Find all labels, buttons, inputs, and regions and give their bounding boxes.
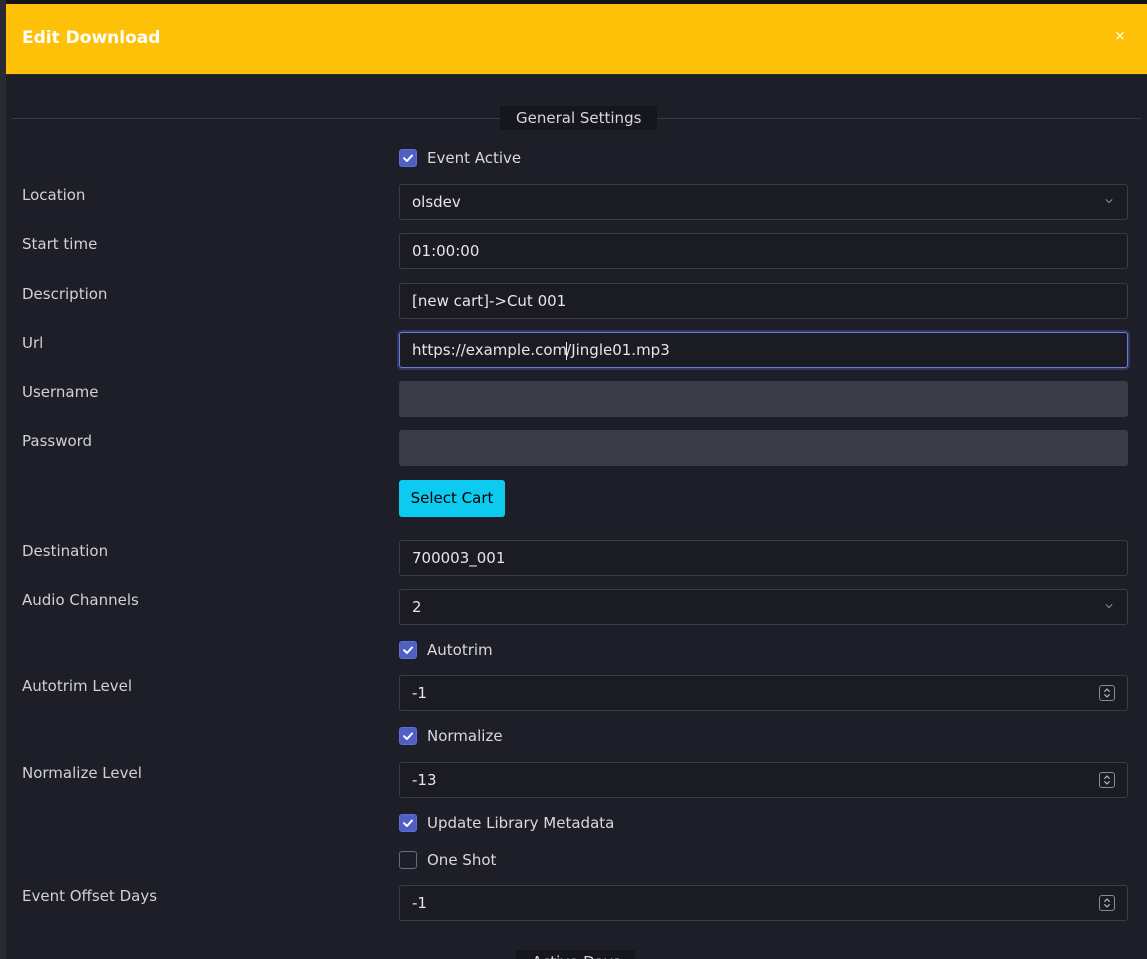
password-label: Password: [22, 432, 93, 450]
description-label: Description: [22, 285, 108, 303]
check-icon: [403, 154, 413, 162]
select-cart-button[interactable]: Select Cart: [399, 480, 505, 517]
normalize-level-label: Normalize Level: [22, 764, 142, 782]
location-select[interactable]: olsdev: [399, 184, 1128, 220]
event-active-label: Event Active: [427, 149, 522, 167]
section-legend-active-days: Active Days: [516, 950, 635, 959]
url-input[interactable]: https://example.com/Jingle01.mp3: [399, 332, 1128, 368]
normalize-label: Normalize: [427, 727, 503, 745]
event-offset-days-value: -1: [412, 894, 427, 912]
one-shot-checkbox[interactable]: [399, 851, 417, 869]
spinner-arrows-icon[interactable]: [1099, 685, 1115, 701]
autotrim-checkbox[interactable]: [399, 641, 417, 659]
chevron-down-icon: [1105, 199, 1113, 204]
audio-channels-label: Audio Channels: [22, 591, 139, 609]
destination-label: Destination: [22, 542, 109, 560]
start-time-input[interactable]: 01:00:00: [399, 233, 1128, 269]
check-icon: [403, 646, 413, 654]
url-label: Url: [22, 334, 44, 352]
normalize-level-input[interactable]: -13: [399, 762, 1128, 798]
description-value: [new cart]->Cut 001: [412, 292, 567, 310]
password-input[interactable]: [399, 430, 1128, 466]
update-metadata-checkbox[interactable]: [399, 814, 417, 832]
autotrim-level-input[interactable]: -1: [399, 675, 1128, 711]
spinner-arrows-icon[interactable]: [1099, 772, 1115, 788]
audio-channels-value: 2: [412, 598, 422, 616]
modal-header: Edit Download ×: [6, 4, 1147, 75]
section-legend-general: General Settings: [500, 106, 658, 130]
autotrim-label: Autotrim: [427, 641, 493, 659]
edit-download-modal: Edit Download × General Settings Event A…: [6, 4, 1147, 959]
destination-value: 700003_001: [412, 549, 506, 567]
autotrim-level-value: -1: [412, 684, 427, 702]
event-active-checkbox[interactable]: [399, 149, 417, 167]
location-label: Location: [22, 186, 86, 204]
description-input[interactable]: [new cart]->Cut 001: [399, 283, 1128, 319]
modal-title: Edit Download: [22, 28, 161, 48]
location-value: olsdev: [412, 193, 461, 211]
url-value-start: https://example.com: [412, 341, 568, 359]
autotrim-level-label: Autotrim Level: [22, 677, 133, 695]
normalize-checkbox[interactable]: [399, 727, 417, 745]
username-label: Username: [22, 383, 99, 401]
check-icon: [403, 819, 413, 827]
one-shot-label: One Shot: [427, 851, 497, 869]
start-time-label: Start time: [22, 235, 98, 253]
username-input[interactable]: [399, 381, 1128, 417]
chevron-down-icon: [1105, 604, 1113, 609]
update-metadata-label: Update Library Metadata: [427, 814, 615, 832]
audio-channels-select[interactable]: 2: [399, 589, 1128, 625]
destination-input[interactable]: 700003_001: [399, 540, 1128, 576]
url-value-end: /Jingle01.mp3: [566, 341, 670, 359]
close-icon[interactable]: ×: [1113, 30, 1127, 44]
spinner-arrows-icon[interactable]: [1099, 895, 1115, 911]
check-icon: [403, 732, 413, 740]
start-time-value: 01:00:00: [412, 242, 480, 260]
event-offset-days-input[interactable]: -1: [399, 885, 1128, 921]
event-offset-days-label: Event Offset Days: [22, 887, 158, 905]
normalize-level-value: -13: [412, 771, 437, 789]
